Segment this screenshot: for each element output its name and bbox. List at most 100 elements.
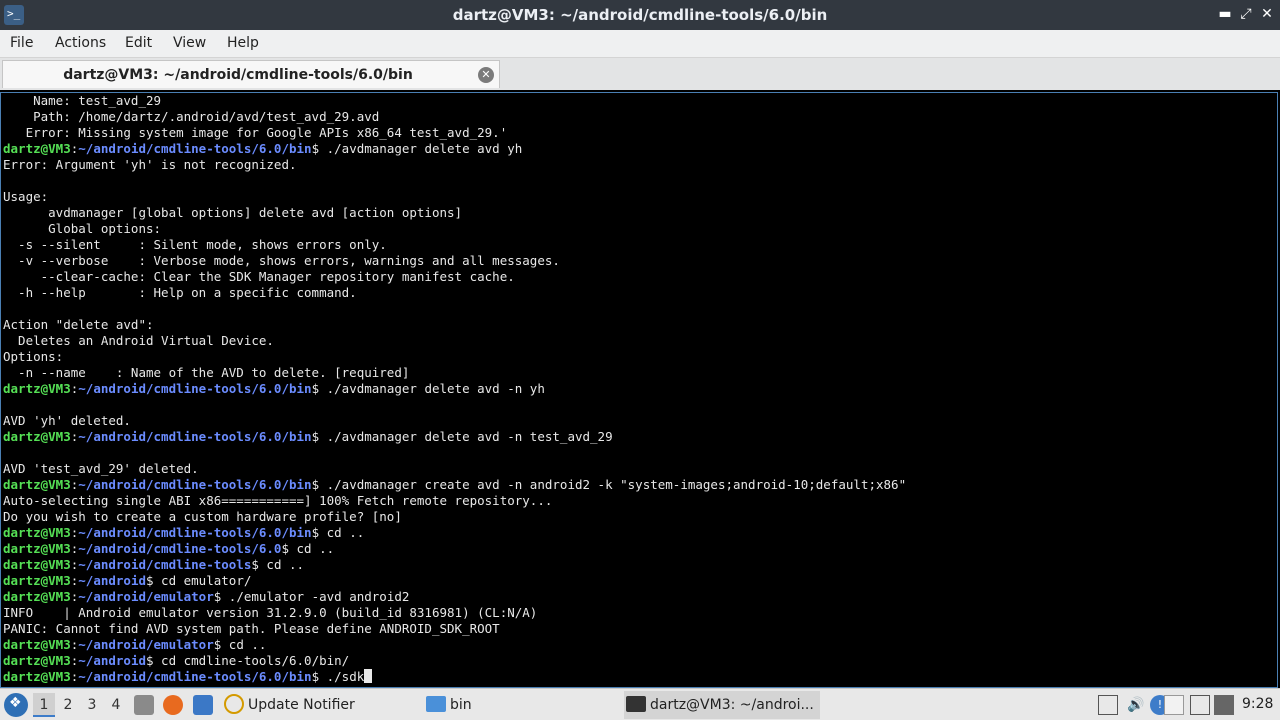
terminal-text-line: INFO | Android emulator version 31.2.9.0…: [3, 605, 538, 620]
prompt-user: dartz@VM3: [3, 669, 71, 684]
prompt-path: ~/android/cmdline-tools/6.0/bin: [78, 669, 312, 684]
prompt-user: dartz@VM3: [3, 381, 71, 396]
command-text: cd ..: [289, 541, 335, 556]
update-notifier-icon: [224, 694, 244, 714]
workspace-2[interactable]: 2: [57, 693, 79, 717]
command-text: cd ..: [258, 557, 305, 572]
prompt-path: ~/android/cmdline-tools/6.0/bin: [78, 381, 312, 396]
prompt-path: ~/android/cmdline-tools: [78, 557, 252, 572]
terminal-text-line: -v --verbose : Verbose mode, shows error…: [3, 253, 560, 268]
terminal-text-line: AVD 'yh' deleted.: [3, 413, 131, 428]
terminal-text-line: [3, 173, 906, 189]
prompt-symbol: $: [311, 669, 320, 684]
terminal-prompt-line: dartz@VM3:~/android/cmdline-tools/6.0/bi…: [3, 477, 906, 493]
command-text: ./avdmanager delete avd yh: [319, 141, 523, 156]
terminal-prompt-line: dartz@VM3:~/android/cmdline-tools/6.0/bi…: [3, 669, 906, 685]
tab-label: dartz@VM3: ~/android/cmdline-tools/6.0/b…: [63, 67, 413, 83]
terminal-icon: [626, 696, 646, 712]
terminal-prompt-line: dartz@VM3:~/android/cmdline-tools/6.0/bi…: [3, 141, 906, 157]
clipboard-icon[interactable]: [1098, 695, 1118, 715]
command-text: ./sdk: [319, 669, 365, 684]
terminal-text-line: AVD 'test_avd_29' deleted.: [3, 461, 199, 476]
prompt-path: ~/android/cmdline-tools/6.0/bin: [78, 525, 312, 540]
prompt-path: ~/android/cmdline-tools/6.0/bin: [78, 141, 312, 156]
menu-help[interactable]: Help: [227, 35, 259, 51]
menu-file[interactable]: File: [10, 35, 33, 51]
terminal-prompt-line: dartz@VM3:~/android/emulator$ cd ..: [3, 637, 906, 653]
tab-close-icon[interactable]: ✕: [478, 67, 494, 83]
prompt-path: ~/android: [78, 653, 146, 668]
terminal-text-line: Action "delete avd":: [3, 317, 154, 332]
command-text: cd ..: [221, 637, 267, 652]
task-label: dartz@VM3: ~/androi...: [650, 697, 814, 713]
terminal-text-line: avdmanager [global options] delete avd […: [3, 205, 463, 220]
command-text: cd emulator/: [153, 573, 252, 588]
prompt-user: dartz@VM3: [3, 525, 71, 540]
task-update-notifier[interactable]: Update Notifier: [224, 691, 420, 719]
terminal-text-line: Usage:: [3, 189, 49, 204]
terminal-text-line: Name: test_avd_29: [3, 93, 162, 108]
prompt-user: dartz@VM3: [3, 589, 71, 604]
terminal-text-line: --clear-cache: Clear the SDK Manager rep…: [3, 269, 515, 284]
workspace-1[interactable]: 1: [33, 693, 55, 717]
command-text: cd cmdline-tools/6.0/bin/: [153, 653, 350, 668]
volume-icon[interactable]: 🔊: [1126, 695, 1146, 715]
terminal-prompt-line: dartz@VM3:~/android/cmdline-tools$ cd ..: [3, 557, 906, 573]
prompt-user: dartz@VM3: [3, 637, 71, 652]
menu-actions[interactable]: Actions: [55, 35, 106, 51]
command-text: ./avdmanager delete avd -n yh: [319, 381, 545, 396]
workspace-4[interactable]: 4: [105, 693, 127, 717]
command-text: ./avdmanager delete avd -n test_avd_29: [319, 429, 613, 444]
terminal-prompt-line: dartz@VM3:~/android/cmdline-tools/6.0/bi…: [3, 525, 906, 541]
terminal-text-line: -s --silent : Silent mode, shows errors …: [3, 237, 387, 252]
terminal-text-line: [3, 301, 906, 317]
prompt-path: ~/android/cmdline-tools/6.0/bin: [78, 429, 312, 444]
prompt-symbol: $: [281, 541, 289, 556]
menu-edit[interactable]: Edit: [125, 35, 152, 51]
close-button[interactable]: ✕: [1258, 5, 1276, 23]
task-bin-folder[interactable]: bin: [426, 691, 616, 719]
task-terminal[interactable]: dartz@VM3: ~/androi...: [624, 691, 820, 719]
terminal-prompt-line: dartz@VM3:~/android$ cd cmdline-tools/6.…: [3, 653, 906, 669]
minimize-button[interactable]: ▬: [1216, 5, 1234, 23]
prompt-symbol: $: [146, 653, 154, 668]
prompt-user: dartz@VM3: [3, 477, 71, 492]
prompt-user: dartz@VM3: [3, 429, 71, 444]
display-icon[interactable]: [1190, 695, 1210, 715]
start-menu-icon[interactable]: [4, 693, 28, 717]
terminal-text-line: Options:: [3, 349, 64, 364]
notes-icon[interactable]: [1164, 695, 1184, 715]
window-titlebar[interactable]: dartz@VM3: ~/android/cmdline-tools/6.0/b…: [0, 0, 1280, 30]
terminal-tab[interactable]: dartz@VM3: ~/android/cmdline-tools/6.0/b…: [2, 60, 500, 88]
prompt-user: dartz@VM3: [3, 653, 71, 668]
terminal-prompt-line: dartz@VM3:~/android/emulator$ ./emulator…: [3, 589, 906, 605]
menu-view[interactable]: View: [173, 35, 206, 51]
terminal-prompt-line: dartz@VM3:~/android/cmdline-tools/6.0/bi…: [3, 381, 906, 397]
terminal-text-line: Error: Argument 'yh' is not recognized.: [3, 157, 297, 172]
prompt-symbol: $: [311, 477, 320, 492]
prompt-symbol: $: [311, 381, 320, 396]
workspace-3[interactable]: 3: [81, 693, 103, 717]
prompt-path: ~/android/cmdline-tools/6.0: [78, 541, 282, 556]
window-title: dartz@VM3: ~/android/cmdline-tools/6.0/b…: [452, 6, 828, 24]
desktop-launcher-icon[interactable]: [193, 695, 213, 715]
maximize-button[interactable]: ⤢: [1237, 5, 1255, 23]
task-label: bin: [450, 697, 472, 713]
terminal-output[interactable]: Name: test_avd_29 Path: /home/dartz/.and…: [0, 92, 1278, 688]
prompt-symbol: $: [311, 141, 320, 156]
prompt-path: ~/android/cmdline-tools/6.0/bin: [78, 477, 312, 492]
tab-bar: dartz@VM3: ~/android/cmdline-tools/6.0/b…: [0, 58, 1280, 90]
file-manager-launcher-icon[interactable]: [134, 695, 154, 715]
terminal-text-line: PANIC: Cannot find AVD system path. Plea…: [3, 621, 500, 636]
terminal-text-line: [3, 445, 906, 461]
prompt-user: dartz@VM3: [3, 141, 71, 156]
menu-bar: File Actions Edit View Help: [0, 30, 1280, 58]
firefox-launcher-icon[interactable]: [163, 695, 183, 715]
command-text: cd ..: [319, 525, 365, 540]
taskbar: 1 2 3 4 Update Notifier bin dartz@VM3: ~…: [0, 688, 1280, 720]
terminal-text-line: Do you wish to create a custom hardware …: [3, 509, 402, 524]
prompt-path: ~/android/emulator: [78, 589, 214, 604]
network-icon[interactable]: [1214, 695, 1234, 715]
terminal-text-line: [3, 397, 906, 413]
prompt-user: dartz@VM3: [3, 541, 71, 556]
